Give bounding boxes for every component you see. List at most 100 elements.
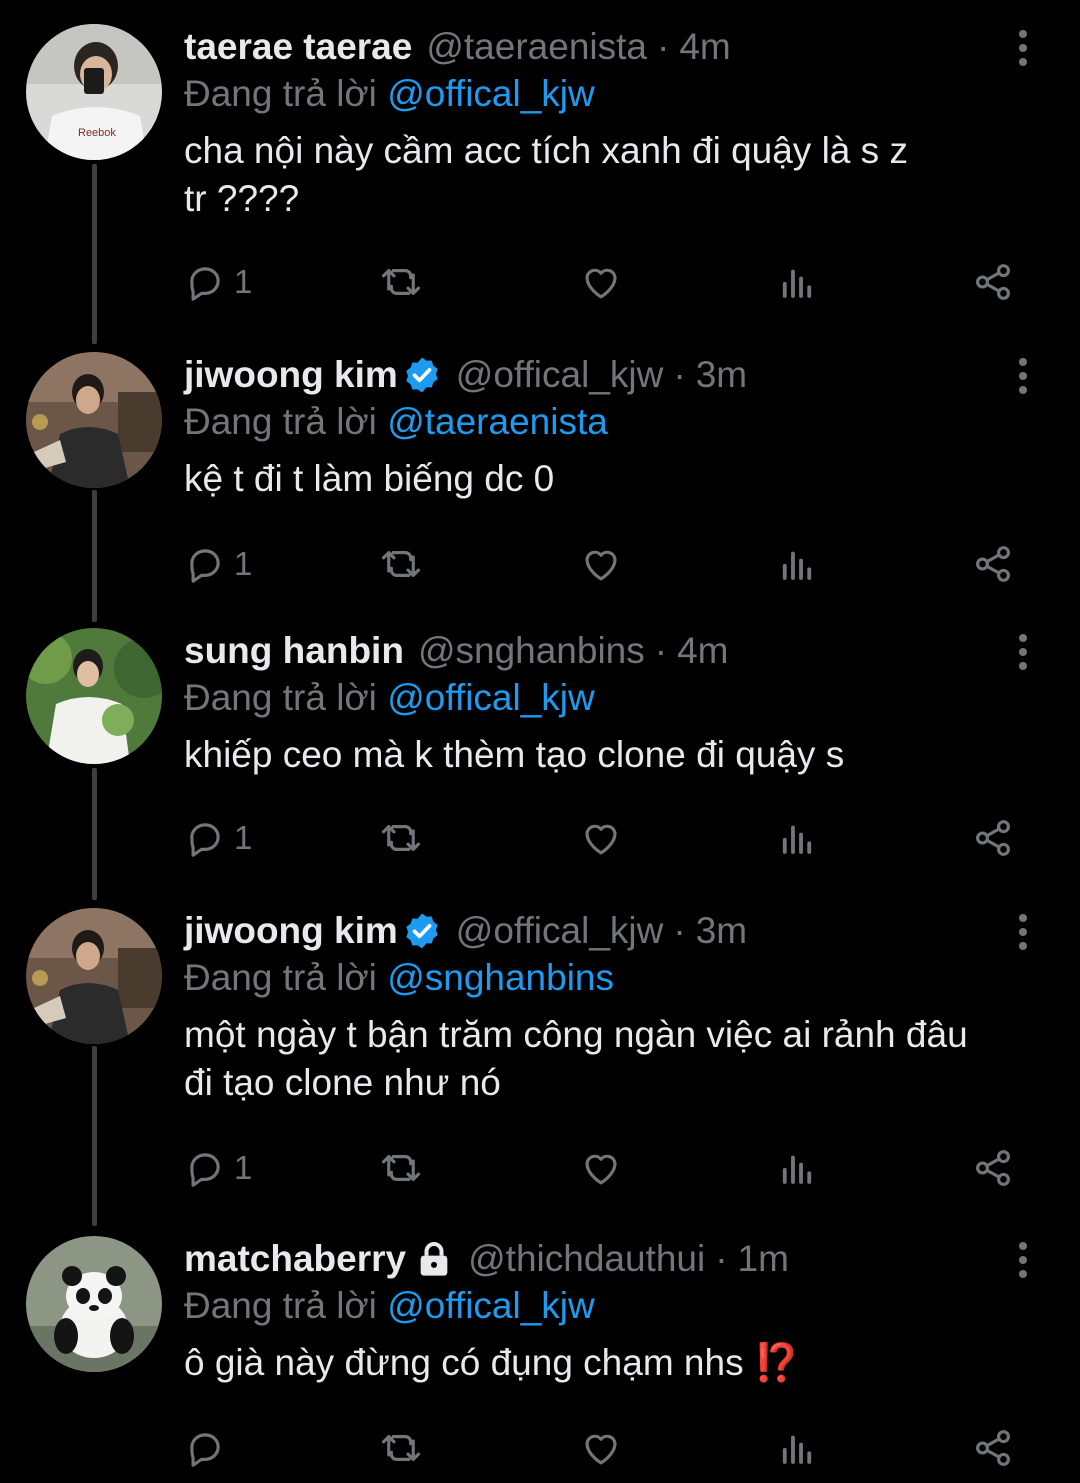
- tweet[interactable]: sung hanbin @snghanbins · 4m Đang trả lờ…: [0, 628, 1080, 878]
- analytics-icon: [782, 269, 812, 298]
- avatar[interactable]: Reebok: [26, 24, 162, 160]
- retweet-icon: [381, 551, 421, 577]
- tweet[interactable]: jiwoong kim @offical_kjw · 3m Đang trả l…: [0, 908, 1080, 1208]
- tweet-actions: [184, 1426, 1024, 1470]
- reply-icon: [190, 1433, 220, 1467]
- tweet-text: cha nội này cầm acc tích xanh đi quậy là…: [184, 130, 908, 219]
- analytics-button[interactable]: [776, 542, 818, 586]
- user-handle[interactable]: @snghanbins: [418, 628, 645, 674]
- timestamp[interactable]: 4m: [677, 628, 728, 674]
- retweet-icon: [381, 1155, 421, 1181]
- more-options-icon[interactable]: [1010, 912, 1036, 952]
- reply-button[interactable]: 1: [184, 260, 252, 304]
- timestamp[interactable]: 1m: [738, 1236, 789, 1282]
- user-handle[interactable]: @taeraenista: [426, 24, 647, 70]
- reply-button[interactable]: 1: [184, 1146, 252, 1190]
- avatar[interactable]: [26, 908, 162, 1044]
- share-button[interactable]: [972, 1426, 1014, 1470]
- reply-button[interactable]: 1: [184, 816, 252, 860]
- display-name[interactable]: matchaberry: [184, 1236, 406, 1282]
- tweet[interactable]: jiwoong kim @offical_kjw · 3m Đang trả l…: [0, 352, 1080, 602]
- avatar[interactable]: [26, 1236, 162, 1372]
- retweet-icon: [381, 269, 421, 295]
- like-button[interactable]: [580, 1426, 622, 1470]
- retweet-button[interactable]: [380, 816, 422, 860]
- mention-link[interactable]: @offical_kjw: [387, 677, 595, 718]
- user-handle[interactable]: @thichdauthui: [468, 1236, 705, 1282]
- share-icon: [976, 1430, 1010, 1466]
- retweet-icon: [381, 825, 421, 851]
- svg-text:Reebok: Reebok: [78, 127, 116, 139]
- analytics-icon: [782, 1435, 812, 1464]
- lock-icon: [420, 1242, 448, 1276]
- separator-dot: ·: [673, 910, 686, 951]
- analytics-icon: [782, 1155, 812, 1184]
- person-photo-avatar-icon: [26, 908, 162, 1044]
- share-button[interactable]: [972, 260, 1014, 304]
- display-name[interactable]: jiwoong kim: [184, 908, 398, 954]
- mention-link[interactable]: @snghanbins: [387, 957, 614, 998]
- share-icon: [976, 820, 1010, 856]
- mention-link[interactable]: @offical_kjw: [387, 1285, 595, 1326]
- tweet-actions: 1: [184, 816, 1024, 860]
- more-options-icon[interactable]: [1010, 28, 1036, 68]
- like-button[interactable]: [580, 816, 622, 860]
- avatar[interactable]: [26, 352, 162, 488]
- replying-to: Đang trả lời @offical_kjw: [184, 674, 1040, 722]
- analytics-button[interactable]: [776, 816, 818, 860]
- reply-count: 1: [234, 263, 253, 300]
- timestamp[interactable]: 3m: [696, 908, 747, 954]
- display-name[interactable]: jiwoong kim: [184, 352, 398, 398]
- avatar[interactable]: [26, 628, 162, 764]
- share-button[interactable]: [972, 816, 1014, 860]
- verified-badge-icon: [406, 913, 438, 949]
- person-photo-avatar-icon: Reebok: [26, 24, 162, 160]
- reply-button[interactable]: 1: [184, 542, 252, 586]
- replying-prefix: Đang trả lời: [184, 73, 377, 114]
- user-handle[interactable]: @offical_kjw: [456, 352, 664, 398]
- verified-badge-icon: [406, 357, 438, 393]
- heart-icon: [585, 1434, 617, 1465]
- display-name[interactable]: sung hanbin: [184, 628, 404, 674]
- retweet-button[interactable]: [380, 260, 422, 304]
- share-icon: [976, 264, 1010, 300]
- more-options-icon[interactable]: [1010, 632, 1036, 672]
- person-photo-avatar-icon: [26, 352, 162, 488]
- separator-dot: ·: [656, 26, 670, 67]
- analytics-button[interactable]: [776, 1146, 818, 1190]
- analytics-button[interactable]: [776, 1426, 818, 1470]
- display-name[interactable]: taerae taerae: [184, 24, 412, 70]
- timestamp[interactable]: 4m: [679, 24, 730, 70]
- mention-link[interactable]: @offical_kjw: [387, 73, 595, 114]
- share-button[interactable]: [972, 1146, 1014, 1190]
- retweet-button[interactable]: [380, 1426, 422, 1470]
- separator-dot: ·: [673, 354, 686, 395]
- retweet-button[interactable]: [380, 1146, 422, 1190]
- user-handle[interactable]: @offical_kjw: [456, 908, 664, 954]
- reply-count: 1: [234, 819, 253, 856]
- share-button[interactable]: [972, 542, 1014, 586]
- tweet-text: khiếp ceo mà k thèm tạo clone đi quậy s: [184, 734, 845, 775]
- more-options-icon[interactable]: [1010, 356, 1036, 396]
- timestamp[interactable]: 3m: [696, 352, 747, 398]
- reply-button[interactable]: [184, 1426, 234, 1470]
- like-button[interactable]: [580, 260, 622, 304]
- like-button[interactable]: [580, 542, 622, 586]
- replying-to: Đang trả lời @offical_kjw: [184, 1282, 1040, 1330]
- heart-icon: [585, 824, 617, 855]
- like-button[interactable]: [580, 1146, 622, 1190]
- retweet-button[interactable]: [380, 542, 422, 586]
- heart-icon: [585, 1154, 617, 1185]
- reply-count: 1: [234, 1149, 253, 1186]
- replying-prefix: Đang trả lời: [184, 1285, 377, 1326]
- reply-icon: [190, 267, 220, 301]
- reply-icon: [190, 549, 220, 583]
- tweet[interactable]: Reebok taerae taerae @taeraenista · 4m Đ…: [0, 24, 1080, 324]
- analytics-button[interactable]: [776, 260, 818, 304]
- tweet[interactable]: matchaberry @thichdauthui · 1m Đang trả …: [0, 1236, 1080, 1476]
- more-options-icon[interactable]: [1010, 1240, 1036, 1280]
- mention-link[interactable]: @taeraenista: [387, 401, 608, 442]
- separator-dot: ·: [654, 630, 668, 671]
- analytics-icon: [782, 551, 812, 580]
- analytics-icon: [782, 825, 812, 854]
